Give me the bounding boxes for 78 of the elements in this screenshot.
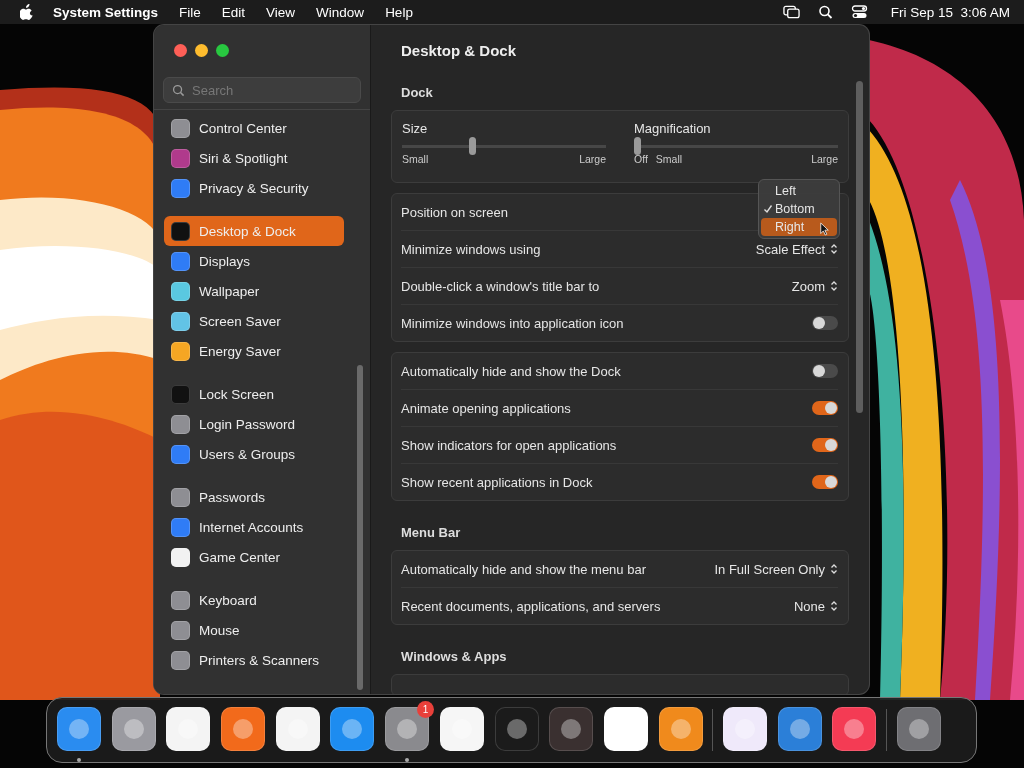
slider-thumb[interactable] bbox=[634, 137, 641, 155]
slider-label: Size bbox=[402, 121, 429, 136]
app-menu[interactable]: System Settings bbox=[53, 4, 159, 20]
notification-badge: 1 bbox=[417, 701, 435, 718]
chevron-icon bbox=[830, 600, 838, 612]
close-button[interactable] bbox=[174, 44, 187, 57]
menu-option[interactable]: Right bbox=[761, 218, 837, 236]
toggle-switch[interactable] bbox=[812, 401, 838, 415]
tick-label: Small bbox=[655, 153, 683, 165]
sidebar-item[interactable]: Wallpaper bbox=[164, 276, 344, 306]
pointer-cursor-icon bbox=[820, 222, 829, 236]
checkmark-icon bbox=[763, 204, 773, 214]
sidebar-item[interactable]: Game Center bbox=[164, 542, 344, 572]
setting-label: Show recent applications in Dock bbox=[401, 474, 593, 490]
sidebar-item[interactable]: Screen Saver bbox=[164, 306, 344, 336]
sidebar-item[interactable]: Login Password bbox=[164, 409, 344, 439]
scrollbar[interactable] bbox=[856, 81, 863, 413]
setting-label: Minimize windows using bbox=[401, 241, 541, 257]
sidebar-item[interactable]: Siri & Spotlight bbox=[164, 143, 344, 173]
popup-button[interactable]: Zoom bbox=[791, 278, 838, 294]
section-heading: Dock bbox=[400, 84, 434, 102]
slider-thumb[interactable] bbox=[468, 137, 476, 155]
zoom-button[interactable] bbox=[216, 44, 229, 57]
setting-label: Position on screen bbox=[401, 204, 508, 220]
setting-label: Recent documents, applications, and servers bbox=[401, 598, 661, 614]
setting-label: Automatically hide and show the Dock bbox=[401, 363, 621, 379]
dock-item[interactable] bbox=[56, 707, 102, 763]
sidebar-item[interactable]: Mouse bbox=[164, 615, 344, 645]
toggle-switch[interactable] bbox=[812, 364, 838, 378]
search-field[interactable]: Search bbox=[163, 77, 361, 103]
toggle-switch[interactable] bbox=[812, 475, 838, 489]
sidebar-item[interactable]: Displays bbox=[164, 246, 344, 276]
sidebar-item[interactable]: Control Center bbox=[164, 113, 344, 143]
sidebar-item[interactable]: Users & Groups bbox=[164, 439, 344, 469]
chevron-icon bbox=[830, 280, 838, 292]
control-center-icon[interactable] bbox=[850, 5, 868, 19]
popup-button[interactable]: Scale Effect bbox=[755, 241, 838, 257]
slider-label: Magnification bbox=[634, 121, 712, 136]
sidebar-item[interactable]: Printers & Scanners bbox=[164, 645, 344, 675]
sidebar-item[interactable]: Privacy & Security bbox=[164, 173, 344, 203]
tick-label: Large bbox=[811, 153, 838, 165]
sidebar-item[interactable]: Keyboard bbox=[164, 585, 344, 615]
setting-label: Animate opening applications bbox=[401, 400, 571, 416]
section-heading: Windows & Apps bbox=[400, 648, 508, 666]
sidebar-item[interactable]: Internet Accounts bbox=[164, 512, 344, 542]
dock-item[interactable] bbox=[384, 707, 431, 763]
search-icon bbox=[172, 84, 185, 97]
screen-mirroring-icon[interactable] bbox=[782, 5, 800, 19]
popup-button[interactable]: In Full Screen Only bbox=[714, 561, 838, 577]
tick-label: Off bbox=[634, 153, 648, 165]
setting-label: Show indicators for open applications bbox=[401, 437, 617, 453]
popup-button[interactable]: None bbox=[793, 598, 838, 614]
page-title: Desktop & Dock bbox=[400, 41, 518, 61]
tick-label: Large bbox=[579, 153, 606, 165]
toggle-switch[interactable] bbox=[812, 316, 838, 330]
section-heading: Menu Bar bbox=[400, 524, 462, 542]
toggle-switch[interactable] bbox=[812, 438, 838, 452]
menu-option[interactable]: Left bbox=[761, 182, 837, 200]
chevron-icon bbox=[830, 563, 838, 575]
setting-label: Automatically hide and show the menu bar bbox=[401, 561, 646, 577]
apple-logo-icon[interactable] bbox=[20, 4, 34, 20]
sidebar-item[interactable]: Lock Screen bbox=[164, 379, 344, 409]
menu-item[interactable]: Help bbox=[385, 4, 413, 20]
menu-option[interactable]: Bottom bbox=[761, 200, 837, 218]
tick-label: Small bbox=[402, 153, 429, 165]
chevron-icon bbox=[830, 243, 838, 255]
search-icon[interactable] bbox=[816, 5, 834, 19]
menu-item[interactable]: File bbox=[179, 4, 201, 20]
menu-item[interactable]: Edit bbox=[221, 4, 246, 20]
minimize-button[interactable] bbox=[195, 44, 208, 57]
clock[interactable]: Fri Sep 15 3:06 AM bbox=[890, 4, 1010, 20]
setting-label: Double-click a window's title bar to bbox=[401, 278, 600, 294]
setting-label: Minimize windows into application icon bbox=[401, 315, 624, 331]
sidebar-item[interactable]: Energy Saver bbox=[164, 336, 344, 366]
sidebar-item[interactable]: Passwords bbox=[164, 482, 344, 512]
menu-item[interactable]: Window bbox=[316, 4, 365, 20]
menu-item[interactable]: View bbox=[266, 4, 296, 20]
scrollbar[interactable] bbox=[357, 365, 363, 690]
